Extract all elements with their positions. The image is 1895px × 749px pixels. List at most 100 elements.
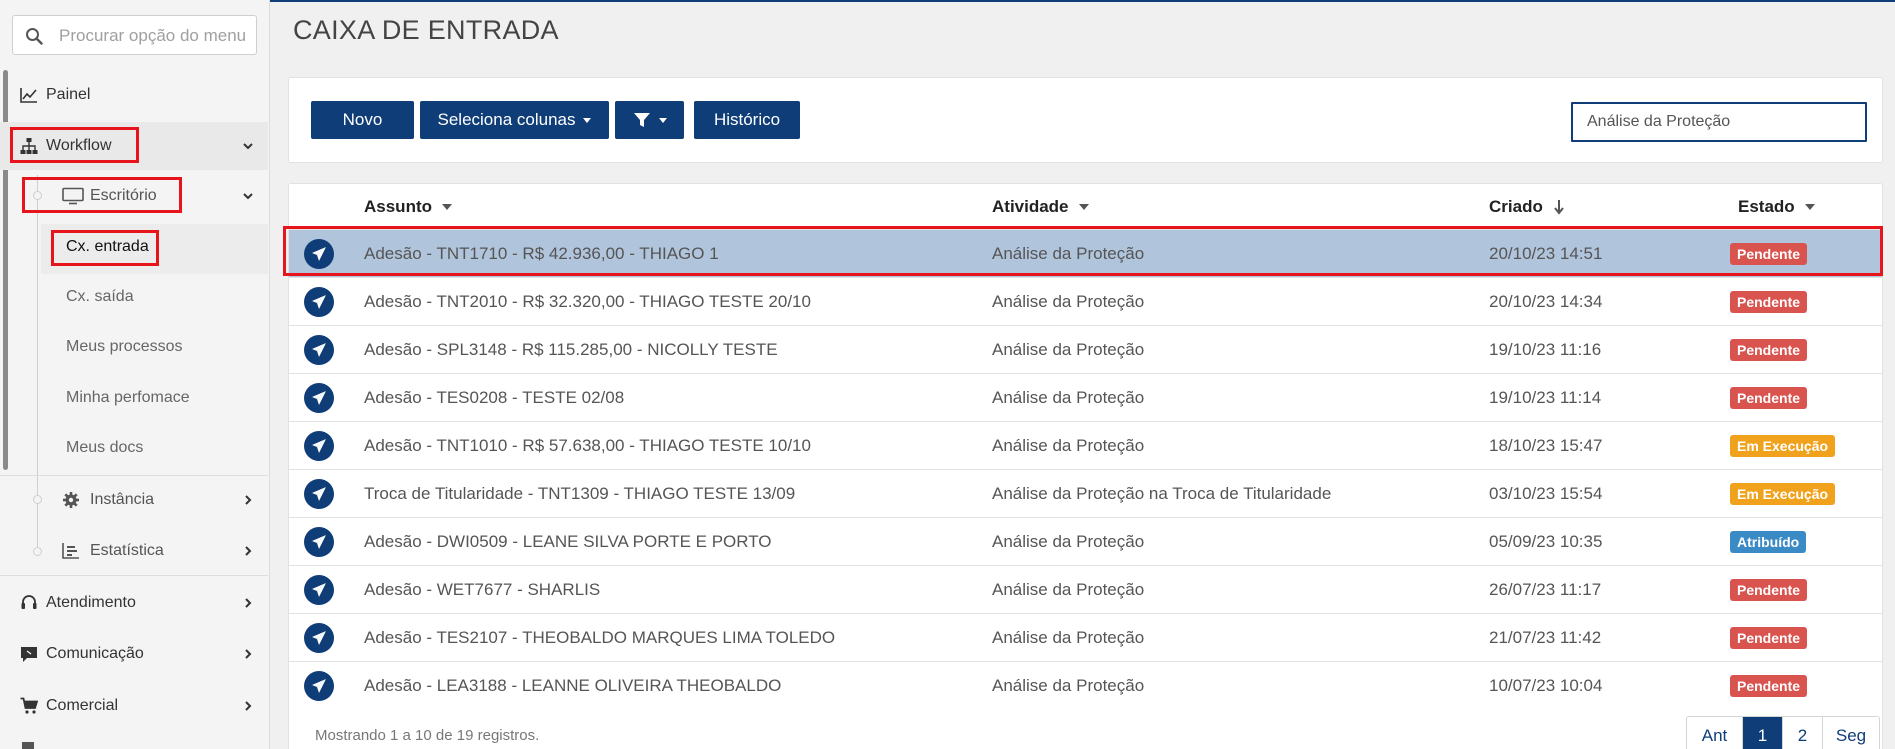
novo-button[interactable]: Novo bbox=[311, 101, 414, 139]
cell-criado: 21/07/23 11:42 bbox=[1489, 628, 1602, 647]
header-label: Atividade bbox=[992, 197, 1069, 216]
sidebar-item-comunicacao[interactable]: Comunicação bbox=[0, 642, 268, 666]
sidebar-item-comercial[interactable]: Comercial bbox=[0, 694, 268, 718]
shopping-cart-icon bbox=[20, 697, 38, 714]
table-row[interactable]: Adesão - DWI0509 - LEANE SILVA PORTE E P… bbox=[289, 517, 1882, 565]
chevron-right-icon bbox=[245, 546, 252, 556]
status-badge: Pendente bbox=[1730, 291, 1808, 313]
paper-plane-icon[interactable] bbox=[304, 575, 334, 605]
bar-chart-icon bbox=[62, 543, 79, 559]
table-row[interactable]: Adesão - LEA3188 - LEANNE OLIVEIRA THEOB… bbox=[289, 661, 1882, 709]
sort-caret-icon bbox=[1078, 204, 1089, 210]
sidebar-item-atendimento[interactable]: Atendimento bbox=[0, 591, 268, 615]
seleciona-colunas-label: Seleciona colunas bbox=[437, 110, 576, 129]
paper-plane-icon[interactable] bbox=[304, 431, 334, 461]
cell-assunto: Adesão - TNT2010 - R$ 32.320,00 - THIAGO… bbox=[364, 292, 811, 311]
chevron-right-icon bbox=[245, 701, 252, 711]
caret-down-icon bbox=[658, 117, 667, 123]
status-badge: Pendente bbox=[1730, 387, 1808, 409]
header-estado[interactable]: Estado bbox=[1738, 197, 1815, 217]
cell-assunto: Adesão - TES0208 - TESTE 02/08 bbox=[364, 388, 625, 407]
table-row[interactable]: Adesão - TNT2010 - R$ 32.320,00 - THIAGO… bbox=[289, 277, 1882, 325]
cell-atividade: Análise da Proteção bbox=[992, 580, 1145, 599]
cell-atividade: Análise da Proteção bbox=[992, 388, 1145, 407]
comment-icon bbox=[21, 647, 37, 662]
sidebar-item-cx-saida[interactable]: Cx. saída bbox=[66, 288, 134, 306]
header-label: Criado bbox=[1489, 197, 1543, 216]
cell-assunto: Adesão - WET7677 - SHARLIS bbox=[364, 580, 601, 599]
cell-assunto: Adesão - SPL3148 - R$ 115.285,00 - NICOL… bbox=[364, 340, 778, 359]
sidebar: Painel Workflow Escritório Cx. entrada C… bbox=[0, 0, 270, 749]
sidebar-item-label: Comercial bbox=[46, 697, 119, 714]
table-row[interactable]: Adesão - TES0208 - TESTE 02/08 Análise da… bbox=[289, 373, 1882, 421]
table-row[interactable]: Adesão - WET7677 - SHARLIS Análise da Pro… bbox=[289, 565, 1882, 613]
cell-atividade: Análise da Proteção na Troca de Titulari… bbox=[992, 484, 1332, 503]
chevron-down-icon bbox=[243, 193, 253, 200]
header-criado[interactable]: Criado bbox=[1489, 197, 1565, 217]
sidebar-item-meus-processos[interactable]: Meus processos bbox=[66, 338, 183, 356]
sort-caret-icon bbox=[1804, 204, 1815, 210]
historico-button[interactable]: Histórico bbox=[694, 101, 800, 139]
cell-criado: 19/10/23 11:16 bbox=[1489, 340, 1602, 359]
cell-criado: 10/07/23 10:04 bbox=[1489, 676, 1603, 695]
pager-prev[interactable]: Ant bbox=[1687, 717, 1743, 749]
paper-plane-icon[interactable] bbox=[304, 383, 334, 413]
sidebar-item-label: Comunicação bbox=[46, 645, 144, 662]
cell-assunto: Adesão - TNT1010 - R$ 57.638,00 - THIAGO… bbox=[364, 436, 811, 455]
status-badge: Pendente bbox=[1730, 675, 1808, 697]
caret-down-icon bbox=[583, 117, 592, 123]
sidebar-item-label: Estatística bbox=[90, 542, 164, 559]
filter-input[interactable] bbox=[1571, 102, 1867, 142]
status-badge: Em Execução bbox=[1730, 483, 1836, 505]
sidebar-item-label: Atendimento bbox=[46, 594, 136, 611]
cell-criado: 03/10/23 15:54 bbox=[1489, 484, 1603, 503]
cell-atividade: Análise da Proteção bbox=[992, 676, 1145, 695]
top-accent-line bbox=[0, 0, 1895, 2]
cell-criado: 18/10/23 15:47 bbox=[1489, 436, 1603, 455]
divider bbox=[0, 575, 268, 576]
filter-button[interactable] bbox=[615, 101, 684, 139]
gear-icon bbox=[63, 492, 79, 508]
sort-down-arrow-icon bbox=[1554, 200, 1564, 215]
table-row[interactable]: Adesão - TNT1010 - R$ 57.638,00 - THIAGO… bbox=[289, 421, 1882, 469]
header-atividade[interactable]: Atividade bbox=[992, 197, 1089, 217]
paper-plane-icon[interactable] bbox=[304, 527, 334, 557]
menu-search bbox=[12, 15, 257, 55]
sidebar-item-painel[interactable]: Painel bbox=[0, 83, 268, 107]
table-row[interactable]: Troca de Titularidade - TNT1309 - THIAGO… bbox=[289, 469, 1882, 517]
header-assunto[interactable]: Assunto bbox=[364, 197, 452, 217]
cell-atividade: Análise da Proteção bbox=[992, 628, 1145, 647]
table-row[interactable]: Adesão - SPL3148 - R$ 115.285,00 - NICOL… bbox=[289, 325, 1882, 373]
menu-search-input[interactable] bbox=[59, 24, 249, 48]
status-badge: Em Execução bbox=[1730, 435, 1836, 457]
pager-next[interactable]: Seg bbox=[1823, 717, 1879, 749]
chevron-right-icon bbox=[245, 598, 252, 608]
sidebar-item-instancia[interactable]: Instância bbox=[0, 488, 268, 512]
seleciona-colunas-button[interactable]: Seleciona colunas bbox=[420, 101, 609, 139]
headset-icon bbox=[21, 595, 37, 609]
pager-page-2[interactable]: 2 bbox=[1783, 717, 1823, 749]
novo-button-label: Novo bbox=[342, 110, 383, 129]
sidebar-item-minha-perfomace[interactable]: Minha perfomace bbox=[66, 389, 190, 407]
cell-criado: 26/07/23 11:17 bbox=[1489, 580, 1602, 599]
highlight-box-cx-entrada bbox=[51, 230, 159, 266]
search-icon bbox=[26, 28, 43, 45]
paper-plane-icon[interactable] bbox=[304, 623, 334, 653]
paper-plane-icon[interactable] bbox=[304, 287, 334, 317]
status-badge: Atribuído bbox=[1730, 531, 1807, 553]
highlight-box-first-row bbox=[283, 226, 1883, 276]
header-label: Estado bbox=[1738, 197, 1795, 216]
divider bbox=[0, 475, 268, 476]
highlight-box-escritorio bbox=[22, 177, 182, 213]
pager-page-1[interactable]: 1 bbox=[1743, 717, 1783, 749]
table-row[interactable]: Adesão - TES2107 - THEOBALDO MARQUES LIM… bbox=[289, 613, 1882, 661]
paper-plane-icon[interactable] bbox=[304, 671, 334, 701]
paper-plane-icon[interactable] bbox=[304, 335, 334, 365]
sidebar-item-meus-docs[interactable]: Meus docs bbox=[66, 439, 143, 457]
paper-plane-icon[interactable] bbox=[304, 479, 334, 509]
status-badge: Pendente bbox=[1730, 579, 1808, 601]
truncated-menu-icon bbox=[22, 742, 34, 749]
sidebar-item-estatistica[interactable]: Estatística bbox=[0, 539, 268, 563]
sidebar-item-label: Painel bbox=[46, 86, 91, 103]
header-label: Assunto bbox=[364, 197, 432, 216]
